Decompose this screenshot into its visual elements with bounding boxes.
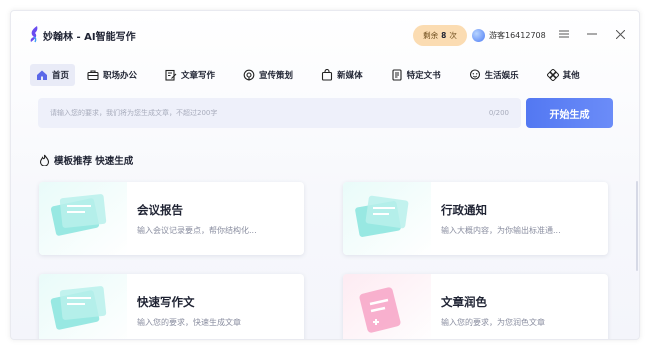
card-title: 行政通知 <box>441 203 487 217</box>
template-card-polish[interactable]: 文章润色 输入您的要求，为您润色文章 <box>343 274 608 339</box>
app-logo-icon <box>30 26 38 43</box>
flame-icon <box>39 154 50 166</box>
close-button[interactable] <box>613 27 627 41</box>
nav-item-office[interactable]: 职场办公 <box>87 64 137 86</box>
section-heading: 模板推荐 快速生成 <box>39 153 133 167</box>
minimize-button[interactable] <box>585 27 599 41</box>
quota-unit: 次 <box>449 31 457 40</box>
nav-item-label: 其他 <box>562 71 580 81</box>
template-card-notice[interactable]: 行政通知 输入大概内容，为你输出标准通... <box>343 182 608 255</box>
card-description: 输入您的要求，快速生成文章 <box>137 318 241 327</box>
nav-item-promotion[interactable]: 宣传策划 <box>243 64 293 86</box>
nav-item-home[interactable]: 首页 <box>30 64 76 86</box>
category-nav: 首页 职场办公 文章写作 宣传策划 新媒体 特定文书 生活娱乐 其他 <box>30 64 580 86</box>
nav-item-lifestyle[interactable]: 生活娱乐 <box>469 64 519 86</box>
home-icon <box>37 70 47 80</box>
card-description: 输入大概内容，为你输出标准通... <box>441 226 561 235</box>
user-profile[interactable]: 游客16412708 <box>472 28 546 42</box>
title-bar: 妙翰林 - AI智能写作 剩余 8 次 游客16412708 <box>11 11 639 57</box>
essay-illustration-icon <box>39 274 127 339</box>
hamburger-icon <box>559 30 569 38</box>
bag-icon <box>322 69 333 81</box>
scrollbar[interactable] <box>636 181 638 271</box>
card-description: 输入您的要求，为您润色文章 <box>441 318 545 327</box>
generate-button[interactable]: 开始生成 <box>526 98 613 128</box>
quota-label: 剩余 <box>423 31 439 40</box>
nav-item-label: 宣传策划 <box>259 71 294 81</box>
nav-item-label: 职场办公 <box>103 71 138 81</box>
report-illustration-icon <box>39 182 127 255</box>
card-title: 会议报告 <box>137 203 183 217</box>
quota-badge[interactable]: 剩余 8 次 <box>413 25 467 46</box>
smile-icon <box>469 69 480 80</box>
briefcase-icon <box>87 70 99 81</box>
nav-item-new-media[interactable]: 新媒体 <box>321 64 363 86</box>
nav-item-other[interactable]: 其他 <box>546 64 580 86</box>
avatar <box>472 28 485 42</box>
close-icon <box>615 29 625 39</box>
card-title: 文章润色 <box>441 295 487 309</box>
nav-item-label: 新媒体 <box>337 71 363 81</box>
user-name: 游客16412708 <box>489 30 546 40</box>
app-title: 妙翰林 - AI智能写作 <box>43 32 136 43</box>
notice-illustration-icon <box>343 182 431 255</box>
grid-icon <box>546 69 559 81</box>
char-counter: 0/200 <box>488 109 509 117</box>
card-title: 快速写作文 <box>137 295 195 309</box>
nav-item-writing[interactable]: 文章写作 <box>165 64 215 86</box>
template-card-meeting[interactable]: 会议报告 输入会议记录要点，帮你结构化... <box>39 182 304 255</box>
minimize-icon <box>587 33 597 35</box>
prompt-input[interactable] <box>50 109 430 117</box>
nav-item-label: 文章写作 <box>181 71 216 81</box>
document-icon <box>392 69 402 81</box>
nav-item-label: 生活娱乐 <box>484 71 519 81</box>
template-card-essay[interactable]: 快速写作文 输入您的要求，快速生成文章 <box>39 274 304 339</box>
card-description: 输入会议记录要点，帮你结构化... <box>137 226 257 235</box>
section-title: 模板推荐 快速生成 <box>54 156 134 167</box>
nav-item-label: 特定文书 <box>406 71 441 81</box>
polish-illustration-icon <box>343 274 431 339</box>
broadcast-icon <box>243 69 255 81</box>
prompt-box: 0/200 <box>38 98 521 128</box>
quota-count: 8 <box>441 31 447 40</box>
edit-icon <box>165 69 177 81</box>
nav-item-documents[interactable]: 特定文书 <box>391 64 441 86</box>
app-window: 妙翰林 - AI智能写作 剩余 8 次 游客16412708 首页 职场办公 文… <box>10 10 640 340</box>
menu-button[interactable] <box>557 27 571 41</box>
nav-item-label: 首页 <box>52 71 70 81</box>
